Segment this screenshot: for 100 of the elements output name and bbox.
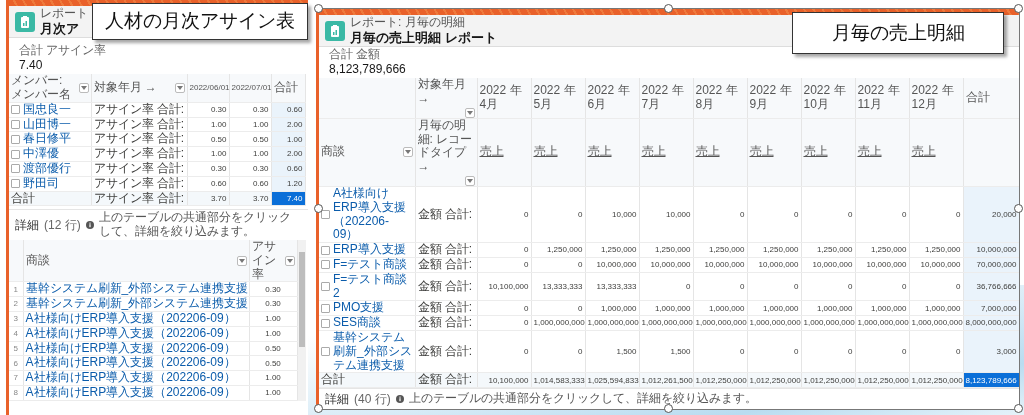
table-cell: 10,100,000: [477, 272, 531, 301]
filter-button[interactable]: [464, 107, 475, 118]
row-checkbox[interactable]: [11, 105, 20, 115]
table-cell: 金額 合計:: [415, 242, 477, 258]
summary-value: 8,123,789,666: [329, 62, 407, 78]
table-cell: 0: [855, 330, 909, 373]
resize-handle[interactable]: [664, 4, 673, 13]
resize-handle[interactable]: [314, 404, 323, 414]
row-checkbox[interactable]: [321, 260, 330, 270]
table-cell: 1,250,000: [747, 242, 801, 258]
column-header: 売上: [749, 144, 774, 159]
table-cell: 0.50: [249, 341, 297, 356]
row-number: 4: [9, 326, 23, 342]
resize-handle[interactable]: [314, 4, 323, 13]
table-cell: 13,333,333: [585, 272, 639, 301]
column-header: 対象年月 →: [417, 78, 467, 106]
table-cell: 13,333,333: [531, 272, 585, 301]
table-cell: 1,250,000: [639, 242, 693, 258]
member-link[interactable]: 国忠良一: [23, 102, 89, 117]
table-cell: アサイン率 合計:: [91, 131, 187, 147]
table-cell: 1,250,000: [801, 242, 855, 258]
table-cell: アサイン率 合計:: [91, 176, 187, 192]
details-hint: 上のテーブルの共通部分をクリックして、詳細を絞り込みます。: [98, 211, 292, 239]
table-cell: 金額 合計:: [415, 330, 477, 373]
column-header: 2022 年 9月: [747, 78, 801, 119]
summary-label: 合計 アサイン率: [19, 44, 108, 59]
member-link[interactable]: 中澤優: [23, 147, 89, 161]
resize-handle[interactable]: [1014, 4, 1023, 13]
row-number: 7: [9, 370, 23, 386]
resize-handle[interactable]: [1014, 404, 1023, 414]
resize-handle[interactable]: [1014, 204, 1023, 214]
deal-link[interactable]: 基幹システム刷新_外部システム連携支援: [25, 282, 247, 297]
deal-link[interactable]: A社様向けERP導入支援（202206-09）: [25, 326, 247, 341]
filter-button[interactable]: [174, 82, 185, 93]
table-cell: 金額 合計:: [415, 257, 477, 273]
table-cell: 0.50: [187, 131, 229, 147]
column-header: 2022 年 5月: [531, 78, 585, 119]
table-cell: 0: [909, 272, 963, 301]
deal-link[interactable]: PMO支援: [333, 301, 413, 316]
member-link[interactable]: 山田博一: [23, 117, 89, 132]
table-cell: 0.50: [229, 131, 271, 147]
resize-handle[interactable]: [664, 404, 673, 414]
caret-icon: [404, 150, 411, 155]
details-label: 詳細: [325, 391, 349, 409]
filter-button[interactable]: [402, 147, 413, 158]
table-cell: 0: [855, 272, 909, 301]
row-checkbox[interactable]: [321, 303, 330, 313]
member-link[interactable]: 野田司: [23, 176, 89, 191]
member-link[interactable]: 春日修平: [23, 132, 89, 147]
report-icon: [15, 11, 35, 32]
table-cell: 1.00: [249, 370, 297, 386]
row-checkbox[interactable]: [11, 134, 20, 144]
table-cell: 10,000,000: [585, 257, 639, 273]
table-cell: 0: [693, 330, 747, 373]
table-cell: 10,000,000: [747, 257, 801, 273]
filter-button[interactable]: [78, 83, 89, 93]
row-checkbox[interactable]: [11, 149, 20, 159]
deal-link[interactable]: 基幹システム刷新_外部システム連携支援: [333, 330, 413, 373]
resize-handle[interactable]: [314, 204, 323, 214]
table-cell: 0: [747, 186, 801, 243]
table-cell: 10,000,000: [909, 257, 963, 273]
table-cell: 1,000,000: [693, 300, 747, 316]
deal-link[interactable]: F=テスト商談2: [333, 272, 413, 301]
table-cell: 1.00: [229, 146, 271, 162]
report-title: 月毎の売上明細 レポート: [350, 29, 497, 46]
table-cell: 0.30: [229, 102, 271, 118]
row-checkbox[interactable]: [321, 282, 330, 292]
info-icon: [85, 221, 94, 230]
table-cell: 0: [531, 300, 585, 316]
row-checkbox[interactable]: [321, 347, 330, 357]
table-cell: 1.00: [229, 117, 271, 132]
deal-link[interactable]: SES商談: [333, 316, 413, 330]
deal-link[interactable]: A社様向けERP導入支援（202206-09）: [25, 371, 247, 385]
row-checkbox[interactable]: [321, 210, 330, 220]
filter-button[interactable]: [464, 175, 475, 186]
row-checkbox[interactable]: [11, 164, 20, 174]
table-cell: 1,250,000: [585, 242, 639, 258]
table-cell: 1,000,000,000: [747, 315, 801, 331]
member-link[interactable]: 渡部優行: [23, 161, 89, 176]
scrollbar[interactable]: [297, 239, 306, 401]
deal-link[interactable]: F=テスト商談: [333, 257, 413, 272]
filter-button[interactable]: [236, 255, 247, 266]
row-checkbox[interactable]: [11, 179, 20, 189]
deal-link[interactable]: A社様向けERP導入支援（202206-09）: [333, 186, 413, 243]
deal-link[interactable]: A社様向けERP導入支援（202206-09）: [25, 311, 247, 326]
deal-link[interactable]: A社様向けERP導入支援（202206-09）: [25, 341, 247, 356]
row-checkbox[interactable]: [11, 119, 20, 129]
row-number: 6: [9, 355, 23, 371]
table-cell: 0: [747, 330, 801, 373]
table-cell: 0: [477, 257, 531, 273]
deal-link[interactable]: ERP導入支援: [333, 243, 413, 257]
row-checkbox[interactable]: [321, 318, 330, 328]
deal-link[interactable]: 基幹システム刷新_外部システム連携支援: [25, 297, 247, 311]
details-hint: 上のテーブルの共通部分をクリックして、詳細を絞り込みます。: [408, 392, 758, 406]
table-cell: 1,000,000: [855, 300, 909, 316]
table-cell: 1,250,000: [855, 242, 909, 258]
row-checkbox[interactable]: [321, 245, 330, 255]
filter-button[interactable]: [284, 255, 295, 266]
deal-link[interactable]: A社様向けERP導入支援（202206-09）: [25, 356, 247, 371]
deal-link[interactable]: A社様向けERP導入支援（202206-09）: [25, 385, 247, 400]
